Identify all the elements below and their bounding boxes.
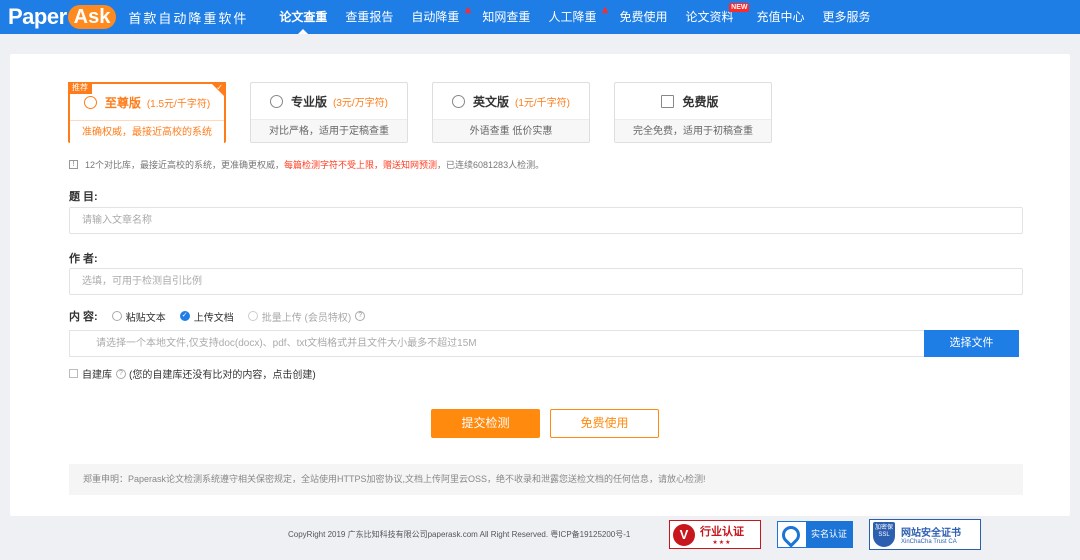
nav-label: 自动降重 bbox=[411, 10, 460, 24]
version-desc: 完全免费，适用于初稿查重 bbox=[615, 119, 771, 142]
info-icon: ! bbox=[69, 160, 78, 169]
nav-item-auto-rewrite[interactable]: 自动降重 ▲ bbox=[402, 0, 473, 34]
nav-label: 查重报告 bbox=[345, 10, 394, 24]
version-name: 专业版 bbox=[290, 94, 327, 109]
main-panel: 推荐 ✓ 至尊版 (1.5元/千字符) 准确权威，最接近高校的系统 专业版 (3… bbox=[10, 54, 1070, 516]
version-price: (1元/千字符) bbox=[515, 97, 570, 109]
logo[interactable]: Paper Ask bbox=[8, 0, 117, 34]
v-logo-icon: V bbox=[673, 523, 695, 546]
self-database-hint[interactable]: (您的自建库还没有比对的内容，点击创建) bbox=[129, 366, 316, 381]
notice-highlight: 每篇检测字符不受上限，赠送知网预测 bbox=[284, 160, 438, 170]
nav-item-cnki-check[interactable]: 知网查重 bbox=[473, 0, 539, 34]
file-path-input[interactable]: 请选择一个本地文件,仅支持doc(docx)、pdf、txt文档格式并且文件大小… bbox=[69, 330, 924, 357]
version-price: (3元/万字符) bbox=[333, 97, 388, 109]
version-card-free[interactable]: 免费版 完全免费，适用于初稿查重 bbox=[614, 82, 772, 143]
radio-circle bbox=[111, 311, 122, 321]
nav-label: 知网查重 bbox=[482, 10, 531, 24]
help-icon[interactable]: ? bbox=[116, 368, 126, 379]
nav-item-plagiarism-check[interactable]: 论文查重 bbox=[270, 0, 336, 34]
author-label: 作 者: bbox=[69, 253, 98, 265]
free-use-button[interactable]: 免费使用 bbox=[550, 409, 659, 438]
industry-cert-badge[interactable]: V 行业认证 ★★★ bbox=[669, 520, 761, 549]
nav-item-manual-rewrite[interactable]: 人工降重 ▲ bbox=[539, 0, 610, 34]
target-icon bbox=[451, 94, 465, 108]
nav-label: 人工降重 bbox=[548, 10, 597, 24]
industry-cert-stars: ★★★ bbox=[712, 540, 732, 546]
version-card-premium[interactable]: 推荐 ✓ 至尊版 (1.5元/千字符) 准确权威，最接近高校的系统 bbox=[68, 82, 226, 143]
nav-item-recharge[interactable]: 充值中心 bbox=[747, 0, 813, 34]
logo-text: Paper bbox=[8, 4, 67, 29]
check-icon: ✓ bbox=[179, 311, 190, 321]
copyright-text: CopyRight 2019 广东比知科技有限公司paperask.com Al… bbox=[288, 530, 631, 539]
nav-label: 更多服务 bbox=[822, 10, 871, 24]
book-icon bbox=[661, 94, 675, 108]
radio-label: 上传文档 bbox=[193, 312, 234, 324]
flame-icon: ▲ bbox=[462, 4, 474, 16]
self-database-row: 自建库 ? (您的自建库还没有比对的内容，点击创建) bbox=[69, 366, 316, 381]
check-icon: ✓ bbox=[216, 83, 223, 92]
nav-item-free-use[interactable]: 免费使用 bbox=[610, 0, 676, 34]
nav-label: 论文查重 bbox=[279, 10, 328, 24]
main-nav: 论文查重 查重报告 自动降重 ▲ 知网查重 人工降重 ▲ 免费使用 论文资料 NEW … bbox=[270, 0, 879, 34]
shield-icon: 加密保 SSL bbox=[873, 522, 895, 547]
nav-item-report[interactable]: 查重报告 bbox=[336, 0, 402, 34]
author-input[interactable]: 选填，可用于检测自引比例 bbox=[69, 268, 1023, 295]
recommend-tag: 推荐 bbox=[68, 82, 92, 94]
privacy-statement: 郑重申明：Paperask论文检测系统遵守相关保密规定，全站使用HTTPS加密协… bbox=[69, 464, 1023, 495]
title-input[interactable]: 请输入文章名称 bbox=[69, 207, 1023, 234]
version-price: (1.5元/千字符) bbox=[146, 98, 211, 110]
version-card-english[interactable]: 英文版 (1元/千字符) 外语查重 低价实惠 bbox=[432, 82, 590, 143]
ssl-cert-sub: XinChaCha Trust CA bbox=[901, 539, 957, 545]
radio-label: 粘贴文本 bbox=[125, 312, 166, 324]
version-desc: 对比严格，适用于定稿查重 bbox=[251, 119, 407, 142]
title-label: 题 目: bbox=[69, 191, 98, 203]
realname-cert-label: 实名认证 bbox=[806, 521, 852, 548]
radio-paste-text[interactable]: 粘贴文本 bbox=[111, 309, 166, 324]
compass-icon bbox=[269, 94, 283, 108]
new-badge: NEW bbox=[729, 3, 750, 12]
self-database-checkbox[interactable] bbox=[69, 369, 78, 378]
logo-badge: Ask bbox=[67, 5, 117, 29]
nav-item-paper-resources[interactable]: 论文资料 NEW bbox=[676, 0, 750, 34]
version-selector: 推荐 ✓ 至尊版 (1.5元/千字符) 准确权威，最接近高校的系统 专业版 (3… bbox=[68, 82, 796, 143]
version-desc: 外语查重 低价实惠 bbox=[433, 119, 589, 142]
choose-file-button[interactable]: 选择文件 bbox=[924, 330, 1019, 357]
footer: CopyRight 2019 广东比知科技有限公司paperask.com Al… bbox=[0, 516, 1080, 560]
flame-icon: ▲ bbox=[599, 4, 611, 16]
notice-part1: 12个对比库，最接近高校的系统，更准确更权威， bbox=[85, 160, 285, 170]
radio-circle bbox=[247, 311, 258, 321]
industry-cert-label: 行业认证 bbox=[700, 526, 744, 538]
help-icon[interactable]: ? bbox=[355, 311, 366, 321]
slogan: 首款自动降重软件 bbox=[128, 11, 249, 27]
content-type-row: 内 容: 粘贴文本 ✓ 上传文档 批量上传 (会员特权) ? bbox=[69, 308, 379, 324]
submit-check-button[interactable]: 提交检测 bbox=[431, 409, 540, 438]
drop-icon bbox=[778, 521, 804, 548]
nav-label: 论文资料 bbox=[685, 10, 734, 24]
content-label: 内 容: bbox=[69, 311, 98, 323]
version-name: 免费版 bbox=[682, 94, 719, 109]
crossed-circle-icon bbox=[83, 95, 97, 109]
top-nav-bar: Paper Ask 首款自动降重软件 论文查重 查重报告 自动降重 ▲ 知网查重 … bbox=[0, 0, 1080, 34]
ssl-cert-title: 网站安全证书 bbox=[901, 528, 961, 539]
radio-upload-doc[interactable]: ✓ 上传文档 bbox=[179, 309, 234, 324]
nav-item-more-services[interactable]: 更多服务 bbox=[814, 0, 880, 34]
radio-batch-upload[interactable]: 批量上传 (会员特权) ? bbox=[247, 309, 366, 324]
notice-text: ! 12个对比库，最接近高校的系统，更准确更权威， 每篇检测字符不受上限，赠送知… bbox=[69, 158, 544, 171]
radio-label: 批量上传 (会员特权) bbox=[261, 312, 352, 324]
notice-part3: ，已连续6081283人检测。 bbox=[437, 160, 545, 170]
version-desc: 准确权威，最接近高校的系统 bbox=[70, 120, 224, 143]
nav-label: 充值中心 bbox=[756, 10, 805, 24]
version-card-professional[interactable]: 专业版 (3元/万字符) 对比严格，适用于定稿查重 bbox=[250, 82, 408, 143]
nav-label: 免费使用 bbox=[619, 10, 668, 24]
version-name: 英文版 bbox=[472, 94, 509, 109]
realname-cert-badge[interactable]: 实名认证 bbox=[777, 521, 853, 548]
version-name: 至尊版 bbox=[104, 95, 141, 110]
self-database-label: 自建库 bbox=[82, 370, 112, 381]
ssl-cert-badge[interactable]: 加密保 SSL 网站安全证书 XinChaCha Trust CA bbox=[869, 519, 981, 550]
